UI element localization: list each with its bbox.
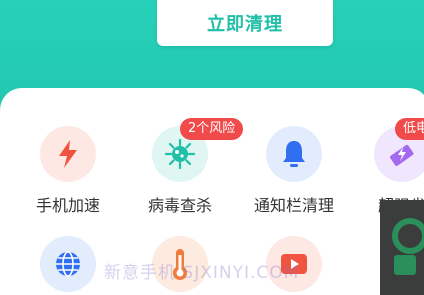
ring-icon	[392, 218, 424, 254]
bell-icon	[266, 126, 322, 182]
lock-icon	[394, 255, 416, 275]
floating-overlay	[380, 200, 424, 295]
lightning-icon	[40, 126, 96, 182]
tool-label: 通知栏清理	[253, 196, 334, 215]
tool-phone-speedup[interactable]: 手机加速	[18, 126, 118, 216]
tool-label: 手机加速	[35, 196, 100, 215]
risk-badge: 2个风险	[180, 118, 244, 140]
watermark: 新意手机 SJXINYI.COM	[104, 263, 300, 283]
tool-label: 病毒查杀	[147, 196, 212, 215]
low-battery-badge: 低电	[395, 118, 424, 140]
clean-now-button[interactable]: 立即清理	[157, 0, 333, 46]
tool-notification-clean[interactable]: 通知栏清理	[244, 126, 344, 216]
globe-icon	[40, 236, 96, 292]
tool-network[interactable]	[18, 236, 118, 292]
